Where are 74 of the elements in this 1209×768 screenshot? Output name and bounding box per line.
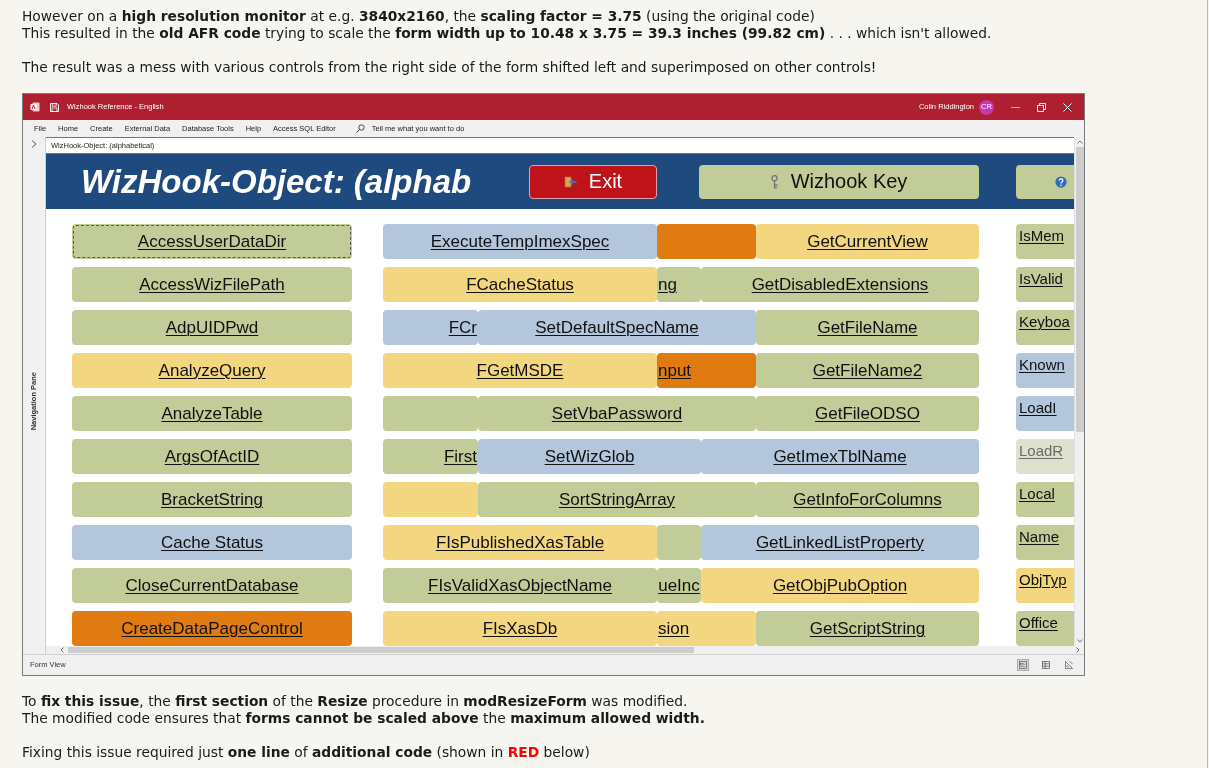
- command-button[interactable]: First: [383, 439, 478, 474]
- command-button[interactable]: GetFileName2: [756, 353, 979, 388]
- command-button[interactable]: CreateDataPageControl: [72, 611, 352, 646]
- command-button[interactable]: Cache Status: [72, 525, 352, 560]
- command-button[interactable]: ObjTyp: [1016, 568, 1074, 603]
- scrollbar-thumb[interactable]: [1075, 147, 1084, 432]
- command-button[interactable]: Office: [1016, 611, 1074, 646]
- command-button[interactable]: IsValid: [1016, 267, 1074, 302]
- command-button[interactable]: ArgsOfActID: [72, 439, 352, 474]
- app-logo-icon[interactable]: [30, 102, 40, 112]
- chevron-right-icon[interactable]: [31, 140, 37, 148]
- search-icon[interactable]: [355, 124, 365, 133]
- scrollbar-thumb[interactable]: [68, 647, 694, 653]
- command-button[interactable]: sion: [657, 611, 756, 646]
- command-button[interactable]: FCacheStatus: [383, 267, 657, 302]
- command-button[interactable]: Keyboa: [1016, 310, 1074, 345]
- command-button[interactable]: Name: [1016, 525, 1074, 560]
- close-icon[interactable]: [1063, 102, 1072, 112]
- scroll-left-icon[interactable]: [60, 647, 64, 653]
- command-button[interactable]: ExecuteTempImexSpec: [383, 224, 657, 259]
- help-button[interactable]: [1016, 164, 1074, 199]
- paragraph-text: Fixing this issue required just one line of additional code (shown in RED below): [22, 744, 590, 761]
- command-button[interactable]: Known: [1016, 353, 1074, 388]
- horizontal-scrollbar[interactable]: [46, 646, 1084, 654]
- save-icon[interactable]: [50, 102, 59, 112]
- command-button[interactable]: SetVbaPassword: [478, 396, 756, 431]
- paragraph-text: The modified code ensures that forms cannot be scaled above the maximum allowed width.: [22, 710, 705, 727]
- help-icon: [1055, 175, 1067, 188]
- command-button[interactable]: GetLinkedListProperty: [701, 525, 979, 560]
- paragraph-text: The result was a mess with various controls from the right side of the form shifted left and superimposed on other controls!: [22, 59, 877, 76]
- command-button[interactable]: FGetMSDE: [383, 353, 657, 388]
- command-button[interactable]: CloseCurrentDatabase: [72, 568, 352, 603]
- exit-button[interactable]: Exit: [529, 164, 657, 199]
- command-button[interactable]: SetWizGlob: [478, 439, 701, 474]
- form-view-icon[interactable]: [1018, 660, 1028, 670]
- command-button[interactable]: GetDisabledExtensions: [701, 267, 979, 302]
- form-heading: WizHook-Object: (alphab: [81, 162, 472, 200]
- command-button[interactable]: FIsXasDb: [383, 611, 657, 646]
- wizhook-key-button[interactable]: Wizhook Key: [699, 164, 979, 199]
- layout-view-icon[interactable]: [1041, 660, 1051, 670]
- key-icon: [770, 174, 779, 189]
- command-button[interactable]: AnalyzeTable: [72, 396, 352, 431]
- command-button[interactable]: AnalyzeQuery: [72, 353, 352, 388]
- command-button[interactable]: SortStringArray: [478, 482, 756, 517]
- restore-icon[interactable]: [1037, 102, 1046, 112]
- command-button[interactable]: GetScriptString: [756, 611, 979, 646]
- command-button[interactable]: FIsValidXasObjectName: [383, 568, 657, 603]
- command-button[interactable]: GetFileName: [756, 310, 979, 345]
- command-button[interactable]: LoadI: [1016, 396, 1074, 431]
- command-button[interactable]: nput: [657, 353, 756, 388]
- exit-door-icon: [563, 175, 577, 188]
- command-button[interactable]: SetDefaultSpecName: [478, 310, 756, 345]
- command-button[interactable]: GetFileODSO: [756, 396, 979, 431]
- paragraph-text: However on a high resolution monitor at e.g. 3840x2160, the scaling factor = 3.75 (using the original code): [22, 8, 815, 25]
- command-button[interactable]: FCr: [383, 310, 478, 345]
- command-button[interactable]: GetCurrentView: [756, 224, 979, 259]
- command-button[interactable]: BracketString: [72, 482, 352, 517]
- command-button[interactable]: AccessWizFilePath: [72, 267, 352, 302]
- command-button[interactable]: ng: [657, 267, 701, 302]
- command-button[interactable]: Local: [1016, 482, 1074, 517]
- command-button[interactable]: ueInc: [657, 568, 701, 603]
- paragraph-text: This resulted in the old AFR code trying to scale the form width up to 10.48 x 3.75 = 39.3 inches (99.82 cm) . . . which isn't allowed.: [22, 25, 992, 42]
- command-button[interactable]: IsMem: [1016, 224, 1074, 259]
- scroll-down-icon[interactable]: [1076, 639, 1083, 643]
- command-button[interactable]: AdpUIDPwd: [72, 310, 352, 345]
- scroll-right-icon[interactable]: [1076, 647, 1080, 653]
- command-button[interactable]: GetObjPubOption: [701, 568, 979, 603]
- design-view-icon[interactable]: [1064, 660, 1074, 670]
- command-button[interactable]: FIsPublishedXasTable: [383, 525, 657, 560]
- scroll-up-icon[interactable]: [1076, 140, 1083, 144]
- command-button[interactable]: GetInfoForColumns: [756, 482, 979, 517]
- command-button[interactable]: AccessUserDataDir: [72, 224, 352, 259]
- command-button[interactable]: GetImexTblName: [701, 439, 979, 474]
- paragraph-text: To fix this issue, the first section of the Resize procedure in modResizeForm was modified.: [22, 693, 688, 710]
